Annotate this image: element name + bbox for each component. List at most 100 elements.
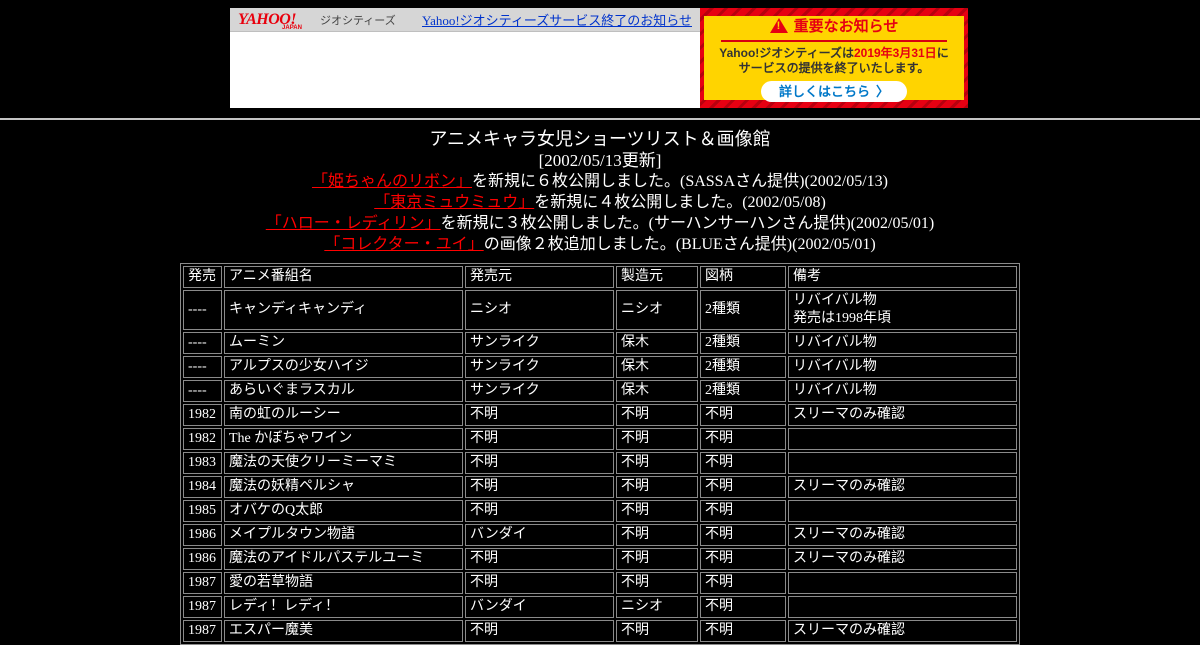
notice-divider: [721, 39, 947, 42]
table-cell: 不明: [465, 476, 614, 498]
table-cell: 不明: [616, 500, 698, 522]
table-cell: 魔法のアイドルパステルユーミ: [224, 548, 463, 570]
update-date: [2002/05/13更新]: [538, 151, 662, 170]
table-cell: ----: [183, 290, 222, 330]
update-line: 「ハロー・レディリン」を新規に３枚公開しました。(サーハンサーハンさん提供)(2…: [0, 213, 1200, 234]
service-end-notice-link[interactable]: Yahoo!ジオシティーズサービス終了のお知らせ: [422, 10, 692, 29]
update-text: を新規に４枚公開しました。(2002/05/08): [534, 194, 826, 211]
page-title: アニメキャラ女児ショーツリスト＆画像館: [429, 129, 771, 149]
table-cell: ニシオ: [465, 290, 614, 330]
table-cell: サンライク: [465, 332, 614, 354]
table-cell: 不明: [616, 404, 698, 426]
update-link-hello-ladylynn[interactable]: 「ハロー・レディリン」: [266, 215, 441, 232]
col-header-manufacturer: 製造元: [616, 266, 698, 288]
chevron-right-icon: 〉: [876, 83, 890, 99]
table-row: 1986 魔法のアイドルパステルユーミ 不明 不明 不明 スリーマのみ確認: [183, 548, 1017, 570]
table-cell: リバイバル物: [788, 332, 1017, 354]
table-cell: ムーミン: [224, 332, 463, 354]
table-cell: 不明: [465, 428, 614, 450]
table-cell: 1986: [183, 548, 222, 570]
table-cell: 1986: [183, 524, 222, 546]
table-cell: [788, 452, 1017, 474]
details-button[interactable]: 詳しくはこちら〉: [760, 80, 908, 102]
table-cell: ----: [183, 332, 222, 354]
table-cell: 1985: [183, 500, 222, 522]
table-cell: 保木: [616, 356, 698, 378]
table-cell: 2種類: [700, 356, 786, 378]
table-cell: ----: [183, 380, 222, 402]
table-cell: 1983: [183, 452, 222, 474]
shorts-list-table: 発売 アニメ番組名 発売元 製造元 図柄 備考 ---- キャンディキャンディ ニシ…: [180, 263, 1020, 645]
table-row: 1985 オバケのQ太郎 不明 不明 不明: [183, 500, 1017, 522]
table-cell: オバケのQ太郎: [224, 500, 463, 522]
table-row: 1986 メイプルタウン物語 バンダイ 不明 不明 スリーマのみ確認: [183, 524, 1017, 546]
table-cell: 不明: [465, 404, 614, 426]
table-cell: 不明: [700, 524, 786, 546]
update-line: 「コレクター・ユイ」の画像２枚追加しました。(BLUEさん提供)(2002/05…: [0, 234, 1200, 255]
col-header-pattern: 図柄: [700, 266, 786, 288]
notice-text: Yahoo!ジオシティーズは2019年3月31日に サービスの提供を終了いたしま…: [719, 46, 948, 76]
geocities-header-banner: YAHOO! JAPAN ジオシティーズ Yahoo!ジオシティーズサービス終了…: [230, 8, 968, 108]
table-cell: 不明: [616, 548, 698, 570]
geocities-label: ジオシティーズ: [319, 14, 396, 27]
table-cell: 不明: [700, 572, 786, 594]
main-content: アニメキャラ女児ショーツリスト＆画像館 [2002/05/13更新] 「姫ちゃん…: [0, 128, 1200, 645]
table-cell: 不明: [700, 500, 786, 522]
table-cell: 不明: [700, 476, 786, 498]
table-row: 1983 魔法の天使クリーミーマミ 不明 不明 不明: [183, 452, 1017, 474]
notice-line1-prefix: Yahoo!ジオシティーズは: [719, 45, 854, 60]
table-cell: 不明: [465, 572, 614, 594]
update-link-collector-yui[interactable]: 「コレクター・ユイ」: [324, 236, 483, 253]
table-cell: ニシオ: [616, 290, 698, 330]
update-link-tokyo-mewmew[interactable]: 「東京ミュウミュウ」: [374, 194, 534, 211]
table-cell: スリーマのみ確認: [788, 524, 1017, 546]
table-cell: 1984: [183, 476, 222, 498]
table-cell: メイプルタウン物語: [224, 524, 463, 546]
table-cell: [788, 500, 1017, 522]
col-header-release: 発売: [183, 266, 222, 288]
table-cell: 不明: [465, 548, 614, 570]
table-row: 1987 エスパー魔美 不明 不明 不明 スリーマのみ確認: [183, 620, 1017, 642]
table-row: ---- キャンディキャンディ ニシオ ニシオ 2種類 リバイバル物 発売は1998年頃: [183, 290, 1017, 330]
table-cell: 魔法の妖精ペルシャ: [224, 476, 463, 498]
table-cell: 愛の若草物語: [224, 572, 463, 594]
table-cell: スリーマのみ確認: [788, 404, 1017, 426]
table-cell: [788, 428, 1017, 450]
table-cell: スリーマのみ確認: [788, 548, 1017, 570]
table-cell: バンダイ: [465, 524, 614, 546]
update-line: 「姫ちゃんのリボン」を新規に６枚公開しました。(SASSAさん提供)(2002/…: [0, 171, 1200, 192]
table-cell: 南の虹のルーシー: [224, 404, 463, 426]
table-cell: スリーマのみ確認: [788, 476, 1017, 498]
table-cell: サンライク: [465, 380, 614, 402]
yahoo-japan-logo[interactable]: YAHOO! JAPAN ジオシティーズ: [238, 11, 396, 31]
table-cell: 不明: [465, 620, 614, 642]
table-cell: 不明: [616, 428, 698, 450]
notice-line1-suffix: に: [936, 45, 949, 60]
notice-title-row: 重要なお知らせ: [769, 15, 899, 36]
table-cell: リバイバル物: [788, 356, 1017, 378]
table-cell: 保木: [616, 380, 698, 402]
table-cell: 不明: [616, 452, 698, 474]
table-cell: あらいぐまラスカル: [224, 380, 463, 402]
update-link-hime-ribbon[interactable]: 「姫ちゃんのリボン」: [312, 173, 472, 190]
table-cell: 不明: [465, 452, 614, 474]
table-row: 1982 The かぼちゃワイン 不明 不明 不明: [183, 428, 1017, 450]
table-cell: 2種類: [700, 290, 786, 330]
notice-title: 重要なお知らせ: [793, 17, 899, 35]
table-cell: The かぼちゃワイン: [224, 428, 463, 450]
ad-placeholder: YAHOO! JAPAN ジオシティーズ Yahoo!ジオシティーズサービス終了…: [230, 8, 700, 108]
table-cell: 不明: [465, 500, 614, 522]
table-row: 1984 魔法の妖精ペルシャ 不明 不明 不明 スリーマのみ確認: [183, 476, 1017, 498]
table-row: ---- あらいぐまラスカル サンライク 保木 2種類 リバイバル物: [183, 380, 1017, 402]
table-cell: 不明: [700, 404, 786, 426]
warning-triangle-icon: [769, 17, 788, 33]
important-notice-inner: 重要なお知らせ Yahoo!ジオシティーズは2019年3月31日に サービスの提…: [704, 15, 964, 102]
table-row: 1987 愛の若草物語 不明 不明 不明: [183, 572, 1017, 594]
page-divider: [0, 118, 1200, 120]
notice-line2: サービスの提供を終了いたします。: [738, 60, 930, 75]
table-cell: 不明: [700, 452, 786, 474]
table-cell: 1987: [183, 572, 222, 594]
table-cell: 不明: [700, 620, 786, 642]
yahoo-header-bar: YAHOO! JAPAN ジオシティーズ Yahoo!ジオシティーズサービス終了…: [230, 8, 700, 32]
table-cell: 1987: [183, 596, 222, 618]
